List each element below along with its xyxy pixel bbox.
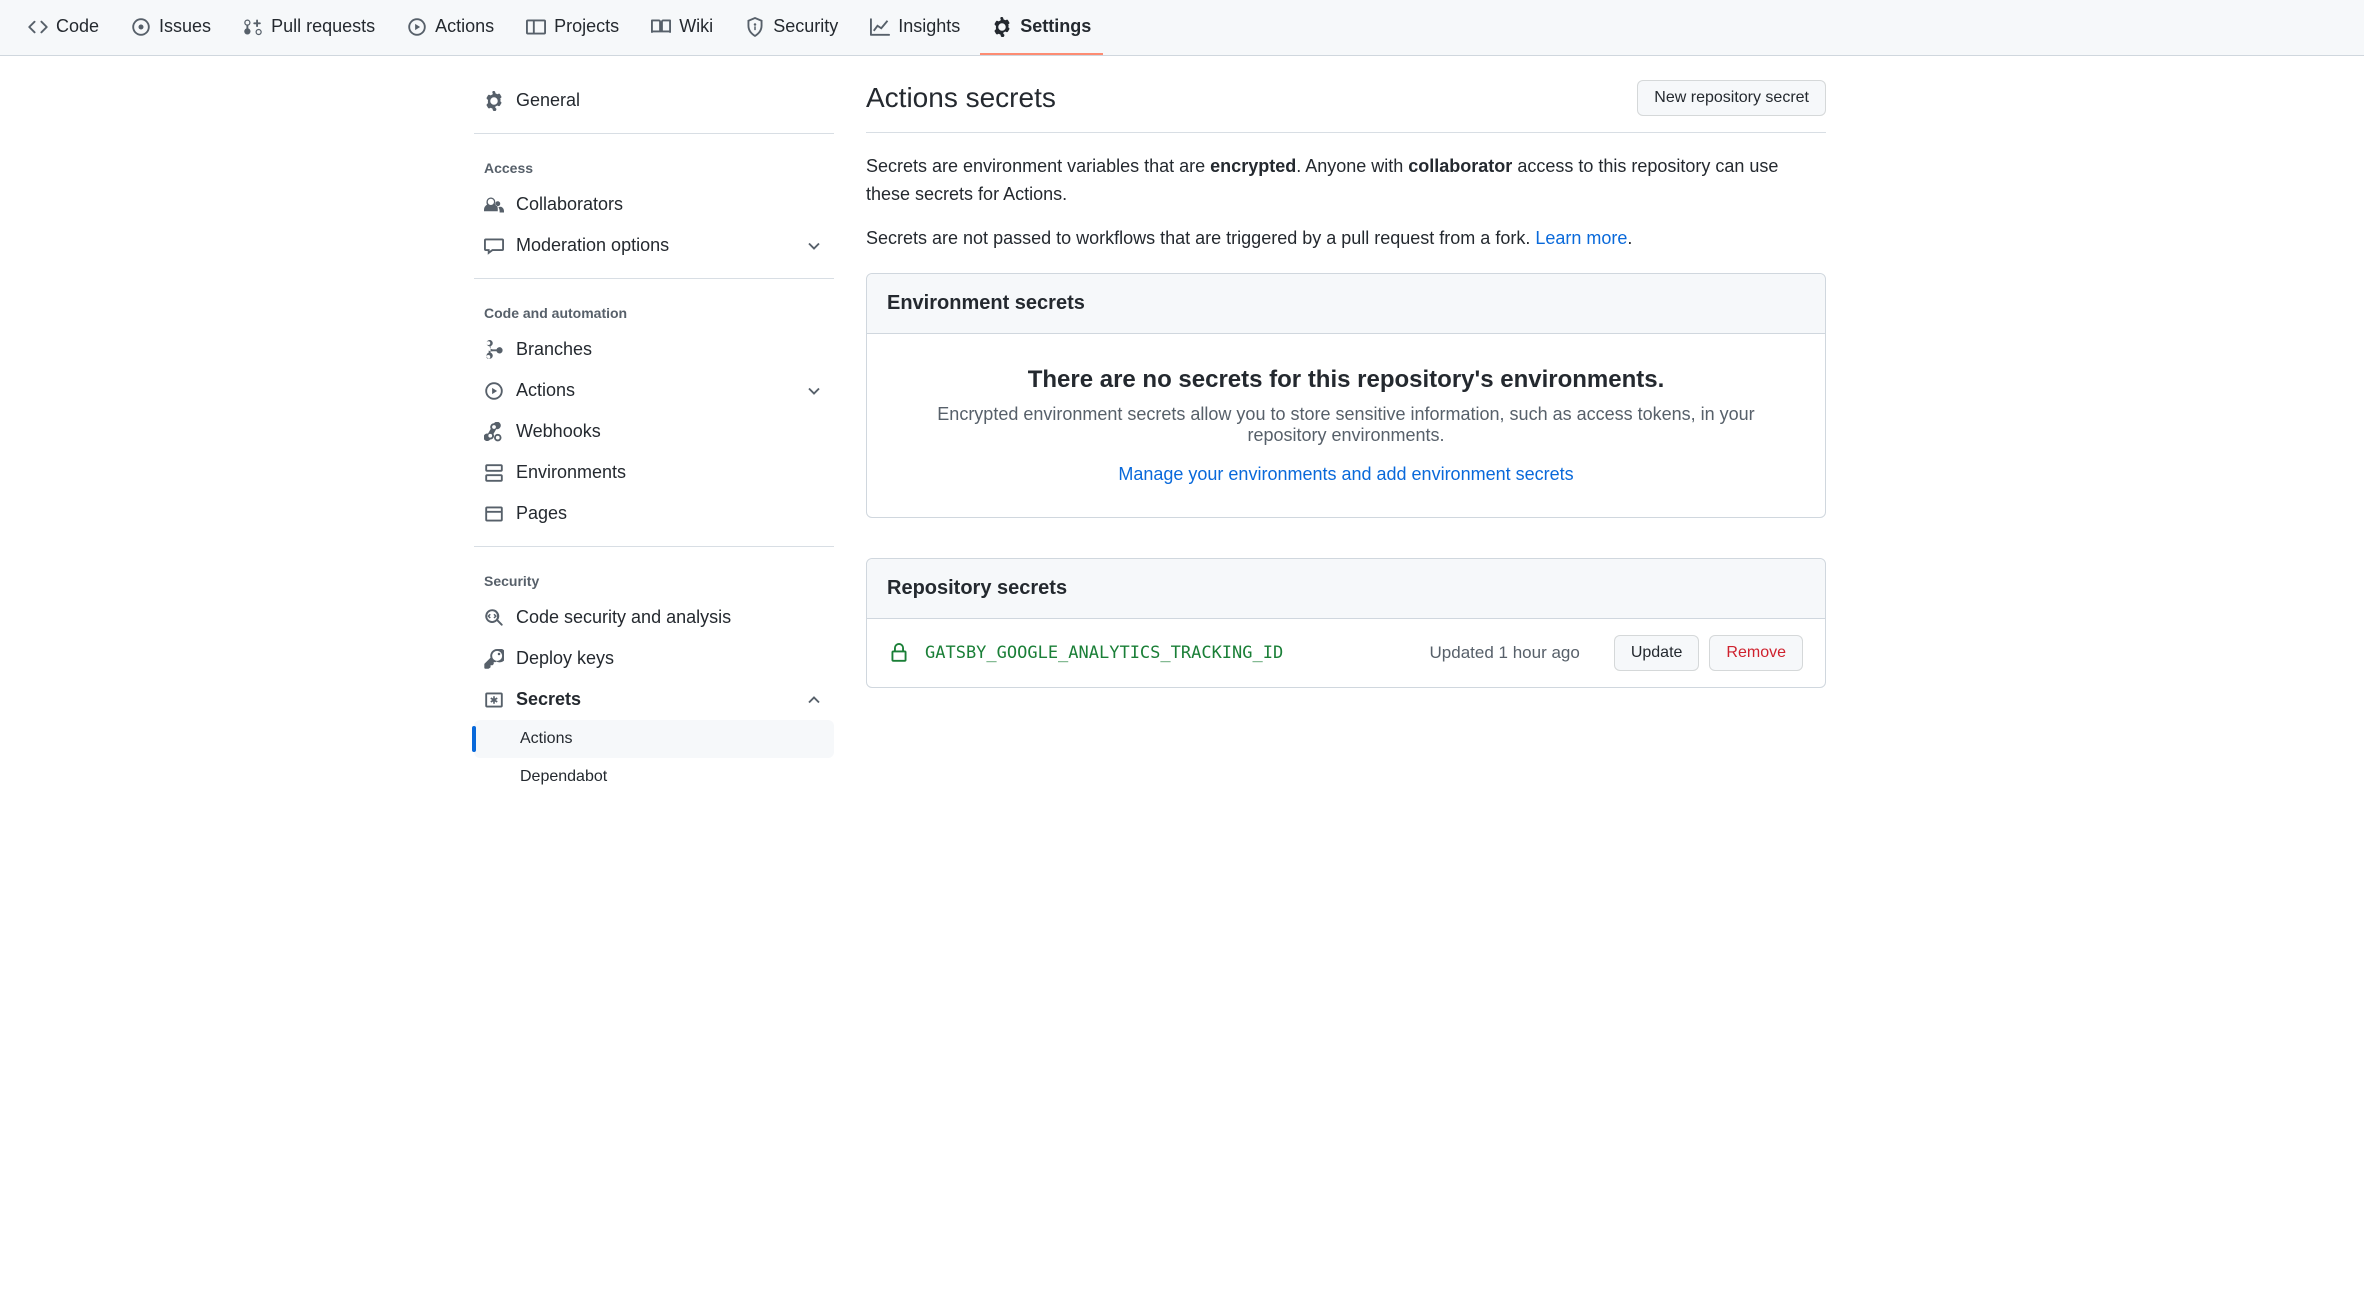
sidebar-sub-secrets-dependabot[interactable]: Dependabot <box>474 758 834 796</box>
sidebar-item-label: Code security and analysis <box>516 607 731 628</box>
codescan-icon <box>484 608 504 628</box>
sidebar-heading-security: Security <box>474 559 834 597</box>
issue-icon <box>131 17 151 37</box>
tab-label: Wiki <box>679 16 713 37</box>
gear-icon <box>992 17 1012 37</box>
sidebar-sub-secrets-actions[interactable]: Actions <box>474 720 834 758</box>
sidebar-heading-access: Access <box>474 146 834 184</box>
secret-name: GATSBY_GOOGLE_ANALYTICS_TRACKING_ID <box>925 643 1283 663</box>
tab-label: Insights <box>898 16 960 37</box>
sidebar-item-label: Actions <box>520 730 572 747</box>
browser-icon <box>484 504 504 524</box>
page-title: Actions secrets <box>866 82 1056 114</box>
server-icon <box>484 463 504 483</box>
learn-more-link[interactable]: Learn more <box>1535 228 1627 248</box>
sidebar-item-label: Collaborators <box>516 194 623 215</box>
sidebar-item-label: Pages <box>516 503 567 524</box>
tab-label: Settings <box>1020 16 1091 37</box>
manage-environments-link[interactable]: Manage your environments and add environ… <box>1118 464 1573 484</box>
tab-label: Pull requests <box>271 16 375 37</box>
secret-row: GATSBY_GOOGLE_ANALYTICS_TRACKING_ID Upda… <box>867 619 1825 687</box>
sidebar-item-label: Webhooks <box>516 421 601 442</box>
lock-icon <box>889 643 909 663</box>
sidebar-item-actions[interactable]: Actions <box>474 370 834 411</box>
divider <box>474 133 834 134</box>
sidebar-item-secrets[interactable]: Secrets <box>474 679 834 720</box>
graph-icon <box>870 17 890 37</box>
tab-code[interactable]: Code <box>16 0 111 55</box>
book-icon <box>651 17 671 37</box>
key-icon <box>484 649 504 669</box>
environment-secrets-panel: Environment secrets There are no secrets… <box>866 273 1826 518</box>
sidebar-item-moderation[interactable]: Moderation options <box>474 225 834 266</box>
description-paragraph: Secrets are not passed to workflows that… <box>866 225 1826 253</box>
chevron-down-icon <box>804 381 824 401</box>
page-header: Actions secrets New repository secret <box>866 80 1826 133</box>
chevron-up-icon <box>804 690 824 710</box>
gear-icon <box>484 91 504 111</box>
tab-insights[interactable]: Insights <box>858 0 972 55</box>
tab-wiki[interactable]: Wiki <box>639 0 725 55</box>
sidebar-item-label: General <box>516 90 580 111</box>
comment-icon <box>484 236 504 256</box>
sidebar-item-environments[interactable]: Environments <box>474 452 834 493</box>
tab-settings[interactable]: Settings <box>980 0 1103 55</box>
sidebar-item-pages[interactable]: Pages <box>474 493 834 534</box>
sidebar-item-webhooks[interactable]: Webhooks <box>474 411 834 452</box>
sidebar-item-label: Environments <box>516 462 626 483</box>
code-icon <box>28 17 48 37</box>
sidebar-heading-automation: Code and automation <box>474 291 834 329</box>
people-icon <box>484 195 504 215</box>
divider <box>474 546 834 547</box>
tab-projects[interactable]: Projects <box>514 0 631 55</box>
sidebar-item-general[interactable]: General <box>474 80 834 121</box>
sidebar-item-deploy-keys[interactable]: Deploy keys <box>474 638 834 679</box>
repository-secrets-panel: Repository secrets GATSBY_GOOGLE_ANALYTI… <box>866 558 1826 688</box>
secret-updated: Updated 1 hour ago <box>1430 643 1580 663</box>
update-secret-button[interactable]: Update <box>1614 635 1700 671</box>
git-pull-request-icon <box>243 17 263 37</box>
sidebar-item-label: Deploy keys <box>516 648 614 669</box>
empty-text: Encrypted environment secrets allow you … <box>926 404 1766 446</box>
tab-label: Actions <box>435 16 494 37</box>
sidebar-item-label: Secrets <box>516 689 581 710</box>
shield-icon <box>745 17 765 37</box>
webhook-icon <box>484 422 504 442</box>
sidebar-item-branches[interactable]: Branches <box>474 329 834 370</box>
empty-title: There are no secrets for this repository… <box>891 366 1801 394</box>
tab-pull-requests[interactable]: Pull requests <box>231 0 387 55</box>
panel-heading: Repository secrets <box>867 559 1825 619</box>
repo-top-nav: Code Issues Pull requests Actions Projec… <box>0 0 2364 56</box>
tab-label: Security <box>773 16 838 37</box>
description-paragraph: Secrets are environment variables that a… <box>866 153 1826 209</box>
tab-label: Issues <box>159 16 211 37</box>
tab-actions[interactable]: Actions <box>395 0 506 55</box>
git-branch-icon <box>484 340 504 360</box>
tab-issues[interactable]: Issues <box>119 0 223 55</box>
sidebar-item-label: Branches <box>516 339 592 360</box>
panel-body: There are no secrets for this repository… <box>867 334 1825 517</box>
remove-secret-button[interactable]: Remove <box>1709 635 1803 671</box>
play-circle-icon <box>407 17 427 37</box>
sidebar-item-label: Moderation options <box>516 235 669 256</box>
new-repository-secret-button[interactable]: New repository secret <box>1637 80 1826 116</box>
tab-security[interactable]: Security <box>733 0 850 55</box>
play-circle-icon <box>484 381 504 401</box>
sidebar-item-code-security[interactable]: Code security and analysis <box>474 597 834 638</box>
sidebar-item-label: Actions <box>516 380 575 401</box>
main-content: Actions secrets New repository secret Se… <box>866 80 1826 796</box>
secret-actions: Update Remove <box>1614 635 1803 671</box>
key-asterisk-icon <box>484 690 504 710</box>
table-icon <box>526 17 546 37</box>
panel-heading: Environment secrets <box>867 274 1825 334</box>
sidebar-item-collaborators[interactable]: Collaborators <box>474 184 834 225</box>
tab-label: Projects <box>554 16 619 37</box>
chevron-down-icon <box>804 236 824 256</box>
sidebar-item-label: Dependabot <box>520 768 607 785</box>
tab-label: Code <box>56 16 99 37</box>
settings-sidebar: General Access Collaborators Moderation … <box>474 80 834 796</box>
divider <box>474 278 834 279</box>
